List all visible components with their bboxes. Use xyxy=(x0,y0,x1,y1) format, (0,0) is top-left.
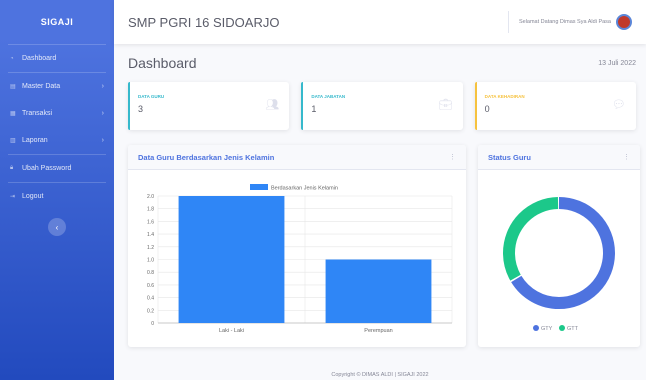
comments-icon: 💬︎ xyxy=(612,99,626,111)
sidebar-item-label: Logout xyxy=(22,193,44,200)
stat-value: 1 xyxy=(311,104,317,114)
sidebar-nav: ◔ Dashboard ▤ Master Data › ▦ Transaksi › ▥ Lapor… xyxy=(0,45,114,210)
stat-card-accent xyxy=(301,82,304,130)
stat-value: 3 xyxy=(138,104,144,114)
stat-label: DATA KEHADIRAN xyxy=(484,94,525,99)
chevron-right-icon: › xyxy=(101,110,104,117)
donut-card-menu-icon[interactable]: ⋮ xyxy=(623,153,630,161)
legend-label: GTY xyxy=(541,326,553,332)
stat-card-data-kehadiran[interactable]: DATA KEHADIRAN 0 💬︎ xyxy=(474,82,636,130)
donut-chart-card: Status Guru ⋮ GTY GTT xyxy=(478,145,640,347)
sidebar-item-dashboard[interactable]: ◔ Dashboard xyxy=(0,45,114,72)
stat-label: DATA GURU xyxy=(138,94,165,99)
y-tick-label: 1.6 xyxy=(147,219,154,225)
main-content: Dashboard 13 Juli 2022 DATA GURU 3 👥︎ DATA … xyxy=(114,44,646,380)
chevron-right-icon: › xyxy=(101,83,104,90)
sidebar-item-ubah-password[interactable]: 🔒︎ Ubah Password xyxy=(0,155,114,182)
y-tick-label: 1.4 xyxy=(147,232,154,238)
school-name: SMP PGRI 16 SIDOARJO xyxy=(128,14,280,30)
table-icon: ▦ xyxy=(10,111,16,117)
sidebar: SIGAJI ◔ Dashboard ▤ Master Data › ▦ Transaksi… xyxy=(0,0,114,380)
legend-label: GTT xyxy=(567,326,579,332)
footer-copyright: Copyright © DIMAS ALDI | SIGAJI 2022 xyxy=(331,372,429,378)
sidebar-item-label: Transaksi xyxy=(22,110,53,117)
y-tick-label: 1.0 xyxy=(147,258,154,264)
stat-card-data-jabatan[interactable]: DATA JABATAN 1 💼︎ xyxy=(301,82,463,130)
page-title: Dashboard xyxy=(128,55,197,71)
y-tick-label: 1.2 xyxy=(147,245,154,251)
y-tick-label: 1.8 xyxy=(147,207,154,213)
stat-card-accent xyxy=(474,82,477,130)
sidebar-item-transaksi[interactable]: ▦ Transaksi › xyxy=(0,100,114,127)
avatar[interactable] xyxy=(616,14,632,30)
logout-icon: ⇥ xyxy=(10,194,16,200)
stat-value: 0 xyxy=(484,104,490,114)
sidebar-item-label: Laporan xyxy=(22,137,48,144)
y-tick-label: 0.2 xyxy=(147,308,154,314)
database-icon: ▤ xyxy=(10,84,16,90)
y-tick-label: 0.8 xyxy=(147,270,154,276)
lock-icon: 🔒︎ xyxy=(10,165,14,171)
bar-chart: Berdasarkan Jenis Kelamin 2.0 1.8 1.6 1.4 1.2… xyxy=(147,184,453,334)
stat-card-accent xyxy=(128,82,130,130)
y-tick-label: 2.0 xyxy=(147,194,154,200)
stat-label: DATA JABATAN xyxy=(311,94,346,99)
sidebar-toggle-button[interactable]: ‹ xyxy=(48,218,66,236)
legend-swatch[interactable] xyxy=(250,184,268,190)
chevron-right-icon: › xyxy=(101,137,104,144)
briefcase-icon: 💼︎ xyxy=(438,99,453,111)
topbar: SMP PGRI 16 SIDOARJO Selamat Datang Dima… xyxy=(114,0,646,44)
donut-chart-title: Status Guru xyxy=(488,152,531,162)
sidebar-item-master-data[interactable]: ▤ Master Data › xyxy=(0,73,114,100)
bar[interactable] xyxy=(325,259,432,324)
x-tick-label: Laki - Laki xyxy=(219,328,244,334)
y-tick-label: 0.4 xyxy=(147,296,154,302)
stat-cards: DATA GURU 3 👥︎ DATA JABATAN 1 💼︎ DATA KEHADIRA… xyxy=(128,82,636,130)
report-icon: ▥ xyxy=(10,138,16,144)
sidebar-item-label: Master Data xyxy=(22,83,61,90)
legend-dot xyxy=(559,325,565,331)
sidebar-item-label: Dashboard xyxy=(22,55,57,62)
sidebar-item-logout[interactable]: ⇥ Logout xyxy=(0,183,114,210)
y-tick-label: 0.6 xyxy=(147,283,154,289)
topbar-divider xyxy=(507,11,509,33)
sidebar-item-label: Ubah Password xyxy=(22,165,72,172)
brand-logo[interactable]: SIGAJI xyxy=(0,0,114,44)
stat-card-data-guru[interactable]: DATA GURU 3 👥︎ xyxy=(128,82,290,130)
legend-label[interactable]: Berdasarkan Jenis Kelamin xyxy=(271,186,338,192)
bar-chart-card: Data Guru Berdasarkan Jenis Kelamin ⋮ Be… xyxy=(128,145,466,347)
dashboard-icon: ◔ xyxy=(10,55,14,62)
donut-chart: GTY GTT xyxy=(503,197,615,332)
legend-dot xyxy=(533,325,539,331)
welcome-text[interactable]: Selamat Datang Dimas Sya Aldi Pasa xyxy=(519,19,611,25)
bar-card-menu-icon[interactable]: ⋮ xyxy=(449,153,456,161)
users-icon: 👥︎ xyxy=(265,99,280,111)
sidebar-item-laporan[interactable]: ▥ Laporan › xyxy=(0,127,114,154)
y-tick-label: 0 xyxy=(151,321,154,327)
bar[interactable] xyxy=(178,196,285,323)
x-tick-label: Perempuan xyxy=(364,328,392,334)
bar-chart-title: Data Guru Berdasarkan Jenis Kelamin xyxy=(138,152,275,162)
current-date: 13 Juli 2022 xyxy=(598,59,636,67)
